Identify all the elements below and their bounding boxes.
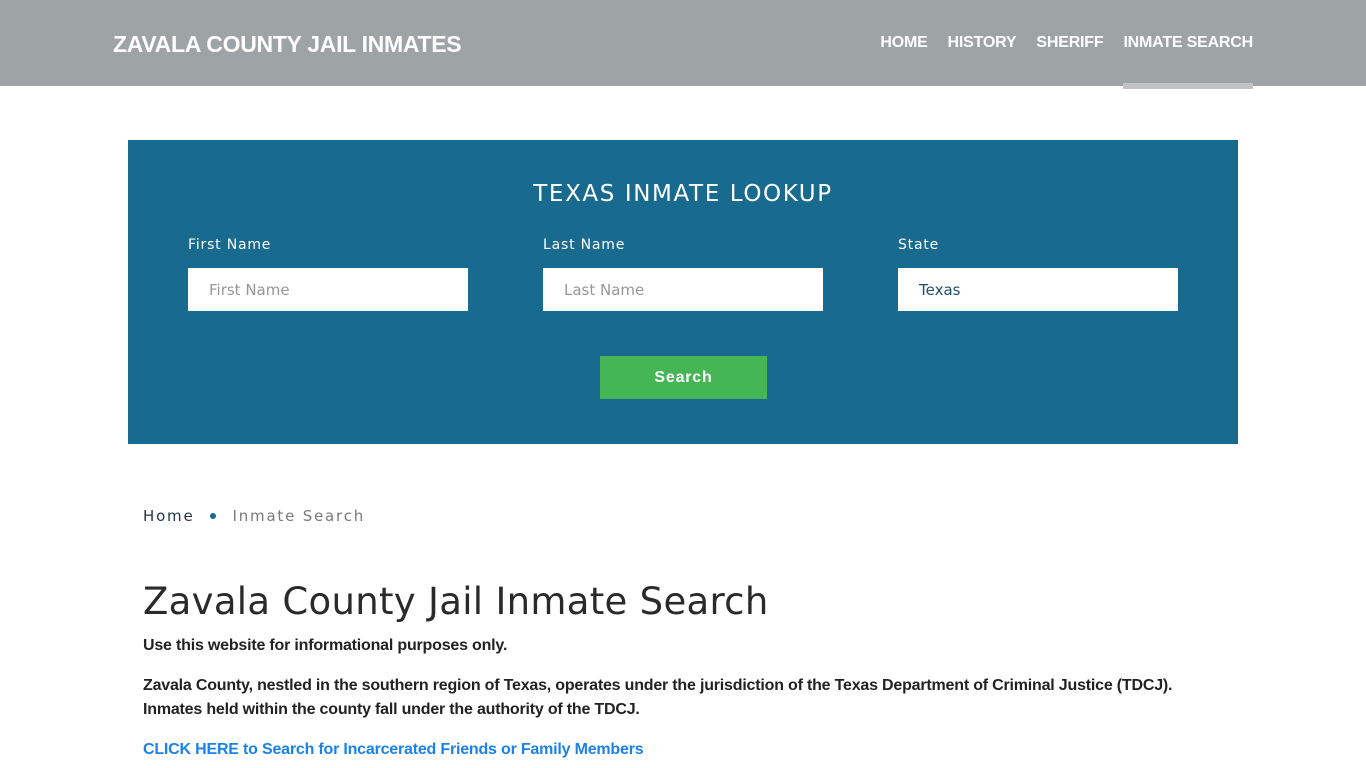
state-label: State (898, 237, 940, 253)
first-name-input[interactable] (188, 268, 468, 311)
last-name-input[interactable] (543, 268, 823, 311)
last-name-field-group: Last Name (543, 237, 823, 311)
search-family-link[interactable]: CLICK HERE to Search for Incarcerated Fr… (143, 738, 644, 762)
breadcrumb-home-link[interactable]: Home (143, 507, 195, 525)
nav-item-inmate-search[interactable]: INMATE SEARCH (1123, 0, 1253, 89)
breadcrumb-current: Inmate Search (232, 507, 366, 525)
first-name-field-group: First Name (188, 237, 468, 311)
state-field-group: State (898, 237, 1178, 311)
first-name-label: First Name (188, 237, 272, 253)
search-button[interactable]: Search (600, 356, 767, 399)
page-title: Zavala County Jail Inmate Search (143, 580, 769, 623)
description-text: Zavala County, nestled in the southern r… (143, 677, 1173, 718)
site-brand[interactable]: ZAVALA COUNTY JAIL INMATES (113, 31, 462, 58)
main-nav: HOME HISTORY SHERIFF INMATE SEARCH (860, 0, 1253, 89)
nav-item-home[interactable]: HOME (880, 0, 927, 86)
disclaimer-text: Use this website for informational purpo… (143, 637, 508, 654)
nav-item-sheriff[interactable]: SHERIFF (1036, 0, 1103, 86)
lookup-title: TEXAS INMATE LOOKUP (533, 181, 833, 207)
site-header: ZAVALA COUNTY JAIL INMATES HOME HISTORY … (0, 0, 1366, 89)
nav-item-history[interactable]: HISTORY (948, 0, 1017, 86)
state-input[interactable] (898, 268, 1178, 311)
breadcrumb: Home Inmate Search (143, 507, 365, 525)
breadcrumb-separator-dot (209, 513, 216, 519)
last-name-label: Last Name (543, 237, 626, 253)
